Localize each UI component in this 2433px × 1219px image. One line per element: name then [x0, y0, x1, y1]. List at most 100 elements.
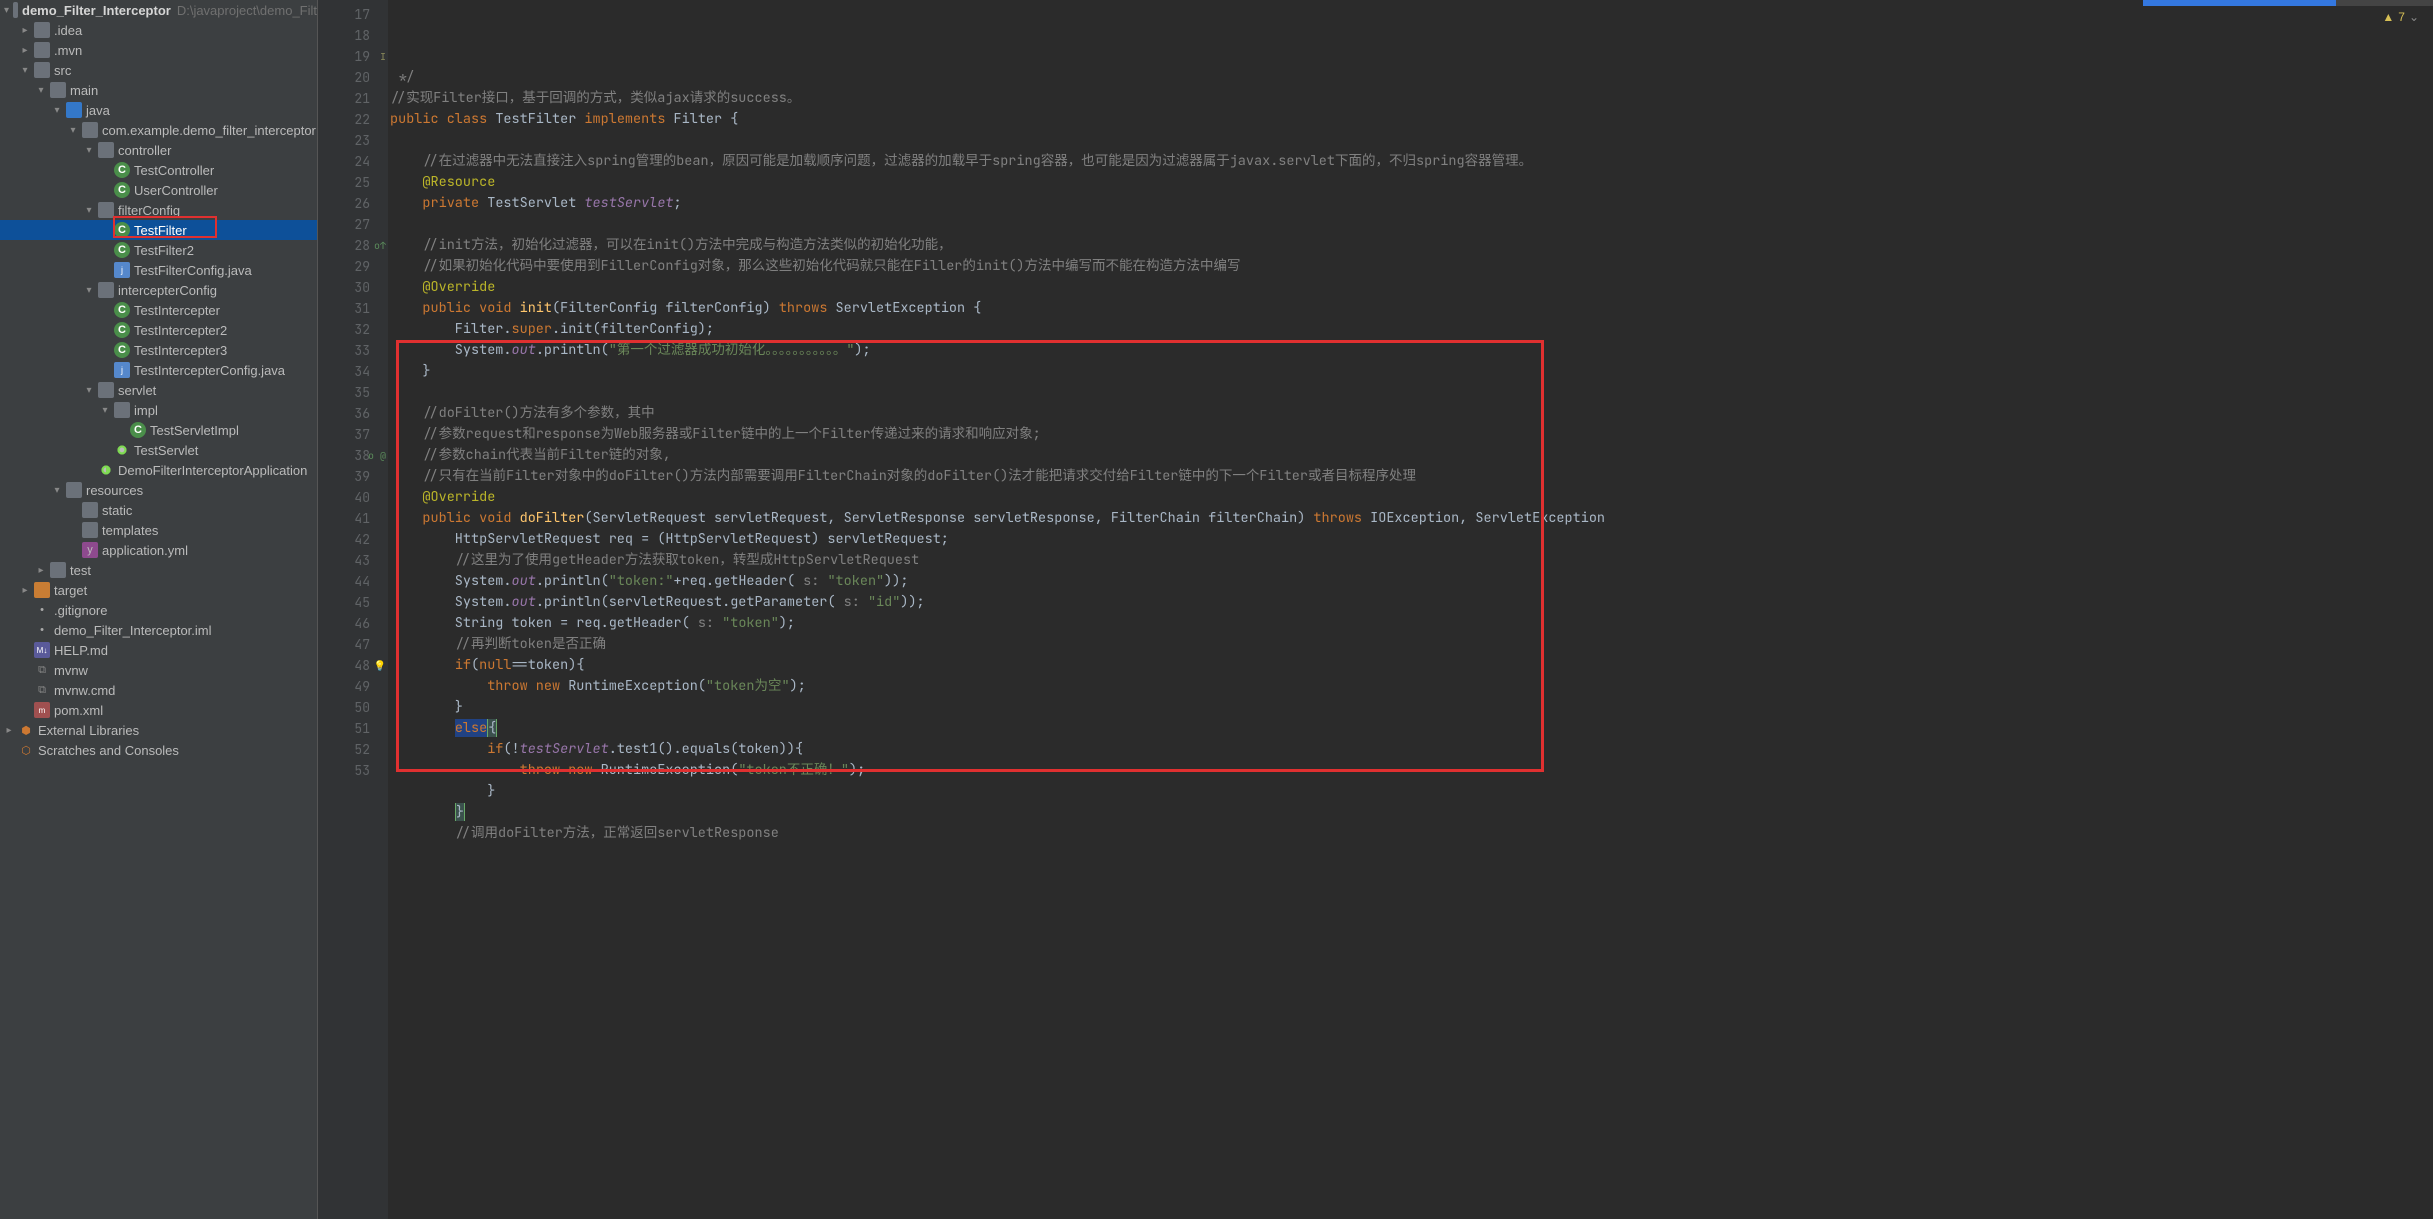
code-line-40[interactable]: //这里为了使用getHeader方法获取token，转型成HttpServle…	[390, 550, 2433, 571]
tree-item-com-example-demo-filter-interceptor[interactable]: ▾com.example.demo_filter_interceptor	[0, 120, 317, 140]
tree-item-servlet[interactable]: ▾servlet	[0, 380, 317, 400]
tree-item-testfilterconfig-java[interactable]: jTestFilterConfig.java	[0, 260, 317, 280]
gutter-line-41[interactable]: 41	[318, 508, 388, 529]
code-line-37[interactable]: @Override	[390, 487, 2433, 508]
tree-arrow-icon[interactable]: ▾	[84, 205, 94, 216]
code-line-43[interactable]: String token = req.getHeader( s: "token"…	[390, 613, 2433, 634]
tree-item-mvnw[interactable]: ⧉mvnw	[0, 660, 317, 680]
tree-arrow-icon[interactable]: ▾	[68, 125, 78, 136]
project-tree[interactable]: ▾demo_Filter_InterceptorD:\javaproject\d…	[0, 0, 318, 1219]
tree-item-demo-filter-interceptor-iml[interactable]: •demo_Filter_Interceptor.iml	[0, 620, 317, 640]
code-line-36[interactable]: //只有在当前Filter对象中的doFilter()方法内部需要调用Filte…	[390, 466, 2433, 487]
gutter-line-17[interactable]: 17	[318, 4, 388, 25]
tree-item-filterconfig[interactable]: ▾filterConfig	[0, 200, 317, 220]
tree-item-controller[interactable]: ▾controller	[0, 140, 317, 160]
tree-arrow-icon[interactable]: ▸	[36, 565, 46, 576]
gutter-line-49[interactable]: 49	[318, 676, 388, 697]
code-line-28[interactable]: public void init(FilterConfig filterConf…	[390, 298, 2433, 319]
gutter-line-40[interactable]: 40	[318, 487, 388, 508]
gutter-line-28[interactable]: 28o↑	[318, 235, 388, 256]
gutter-line-42[interactable]: 42	[318, 529, 388, 550]
code-line-23[interactable]: private TestServlet testServlet;	[390, 193, 2433, 214]
code-line-45[interactable]: if(null==token){	[390, 655, 2433, 676]
gutter-line-20[interactable]: 20	[318, 67, 388, 88]
tree-arrow-icon[interactable]: ▸	[20, 25, 30, 36]
gutter-line-26[interactable]: 26	[318, 193, 388, 214]
tree-item-target[interactable]: ▸target	[0, 580, 317, 600]
code-line-32[interactable]	[390, 382, 2433, 403]
tree-item-testcontroller[interactable]: CTestController	[0, 160, 317, 180]
tree-item-resources[interactable]: ▾resources	[0, 480, 317, 500]
code-line-22[interactable]: @Resource	[390, 172, 2433, 193]
gutter-line-45[interactable]: 45	[318, 592, 388, 613]
tree-arrow-icon[interactable]: ▸	[20, 585, 30, 596]
tree-item-testfilter2[interactable]: CTestFilter2	[0, 240, 317, 260]
tree-item-usercontroller[interactable]: CUserController	[0, 180, 317, 200]
tree-arrow-icon[interactable]: ▾	[84, 145, 94, 156]
code-line-47[interactable]: }	[390, 697, 2433, 718]
gutter-line-38[interactable]: 38o @	[318, 445, 388, 466]
tree-arrow-icon[interactable]: ▾	[4, 5, 9, 16]
tree-item-testservlet[interactable]: ●TestServlet	[0, 440, 317, 460]
tree-arrow-icon[interactable]: ▸	[4, 725, 14, 736]
gutter[interactable]: 171819I202122232425262728o↑2930313233343…	[318, 0, 388, 1219]
code-line-33[interactable]: //doFilter()方法有多个参数，其中	[390, 403, 2433, 424]
code-line-27[interactable]: @Override	[390, 277, 2433, 298]
gutter-line-35[interactable]: 35	[318, 382, 388, 403]
code-line-21[interactable]: //在过滤器中无法直接注入spring管理的bean，原因可能是加载顺序问题，过…	[390, 151, 2433, 172]
gutter-line-51[interactable]: 51	[318, 718, 388, 739]
gutter-line-32[interactable]: 32	[318, 319, 388, 340]
code-line-38[interactable]: public void doFilter(ServletRequest serv…	[390, 508, 2433, 529]
tree-item-application-yml[interactable]: yapplication.yml	[0, 540, 317, 560]
tree-item-templates[interactable]: templates	[0, 520, 317, 540]
tree-item--mvn[interactable]: ▸.mvn	[0, 40, 317, 60]
gutter-line-39[interactable]: 39	[318, 466, 388, 487]
tree-item-static[interactable]: static	[0, 500, 317, 520]
gutter-line-29[interactable]: 29	[318, 256, 388, 277]
tree-item-help-md[interactable]: M↓HELP.md	[0, 640, 317, 660]
tree-item--idea[interactable]: ▸.idea	[0, 20, 317, 40]
gutter-line-36[interactable]: 36	[318, 403, 388, 424]
gutter-line-48[interactable]: 48💡	[318, 655, 388, 676]
gutter-line-44[interactable]: 44	[318, 571, 388, 592]
code-line-30[interactable]: System.out.println("第一个过滤器成功初始化。。。。。。。。。…	[390, 340, 2433, 361]
code-line-34[interactable]: //参数request和response为Web服务器或Filter链中的上一个…	[390, 424, 2433, 445]
tree-item-java[interactable]: ▾java	[0, 100, 317, 120]
code-line-53[interactable]: //调用doFilter方法，正常返回servletResponse	[390, 823, 2433, 844]
gutter-line-31[interactable]: 31	[318, 298, 388, 319]
code-line-51[interactable]: }	[390, 781, 2433, 802]
code-line-19[interactable]: public class TestFilter implements Filte…	[390, 109, 2433, 130]
gutter-line-33[interactable]: 33	[318, 340, 388, 361]
code-line-26[interactable]: //如果初始化代码中要使用到FillerConfig对象，那么这些初始化代码就只…	[390, 256, 2433, 277]
tree-item-src[interactable]: ▾src	[0, 60, 317, 80]
code-line-52[interactable]: }	[390, 802, 2433, 823]
code-line-50[interactable]: throw new RuntimeException("token不正确！");	[390, 760, 2433, 781]
tree-arrow-icon[interactable]: ▾	[100, 405, 110, 416]
tree-item-main[interactable]: ▾main	[0, 80, 317, 100]
gutter-line-37[interactable]: 37	[318, 424, 388, 445]
tree-item-demofilterinterceptorapplication[interactable]: ◐DemoFilterInterceptorApplication	[0, 460, 317, 480]
gutter-line-30[interactable]: 30	[318, 277, 388, 298]
code-editor[interactable]: *///实现Filter接口，基于回调的方式，类似ajax请求的success。…	[388, 0, 2433, 1219]
tree-arrow-icon[interactable]: ▾	[36, 85, 46, 96]
tree-item-testintercepter[interactable]: CTestIntercepter	[0, 300, 317, 320]
tree-item-mvnw-cmd[interactable]: ⧉mvnw.cmd	[0, 680, 317, 700]
tree-arrow-icon[interactable]: ▾	[52, 485, 62, 496]
gutter-line-23[interactable]: 23	[318, 130, 388, 151]
code-line-35[interactable]: //参数chain代表当前Filter链的对象,	[390, 445, 2433, 466]
gutter-line-53[interactable]: 53	[318, 760, 388, 781]
tree-item-testintercepter3[interactable]: CTestIntercepter3	[0, 340, 317, 360]
gutter-line-21[interactable]: 21	[318, 88, 388, 109]
tree-item-test[interactable]: ▸test	[0, 560, 317, 580]
code-line-25[interactable]: //init方法，初始化过滤器，可以在init()方法中完成与构造方法类似的初始…	[390, 235, 2433, 256]
code-line-42[interactable]: System.out.println(servletRequest.getPar…	[390, 592, 2433, 613]
gutter-line-34[interactable]: 34	[318, 361, 388, 382]
gutter-line-22[interactable]: 22	[318, 109, 388, 130]
tree-item-external-libraries[interactable]: ▸⬢External Libraries	[0, 720, 317, 740]
code-line-48[interactable]: else{	[390, 718, 2433, 739]
tree-item-testintercepter2[interactable]: CTestIntercepter2	[0, 320, 317, 340]
tree-arrow-icon[interactable]: ▾	[52, 105, 62, 116]
gutter-line-25[interactable]: 25	[318, 172, 388, 193]
gutter-line-47[interactable]: 47	[318, 634, 388, 655]
tree-item-intercepterconfig[interactable]: ▾intercepterConfig	[0, 280, 317, 300]
